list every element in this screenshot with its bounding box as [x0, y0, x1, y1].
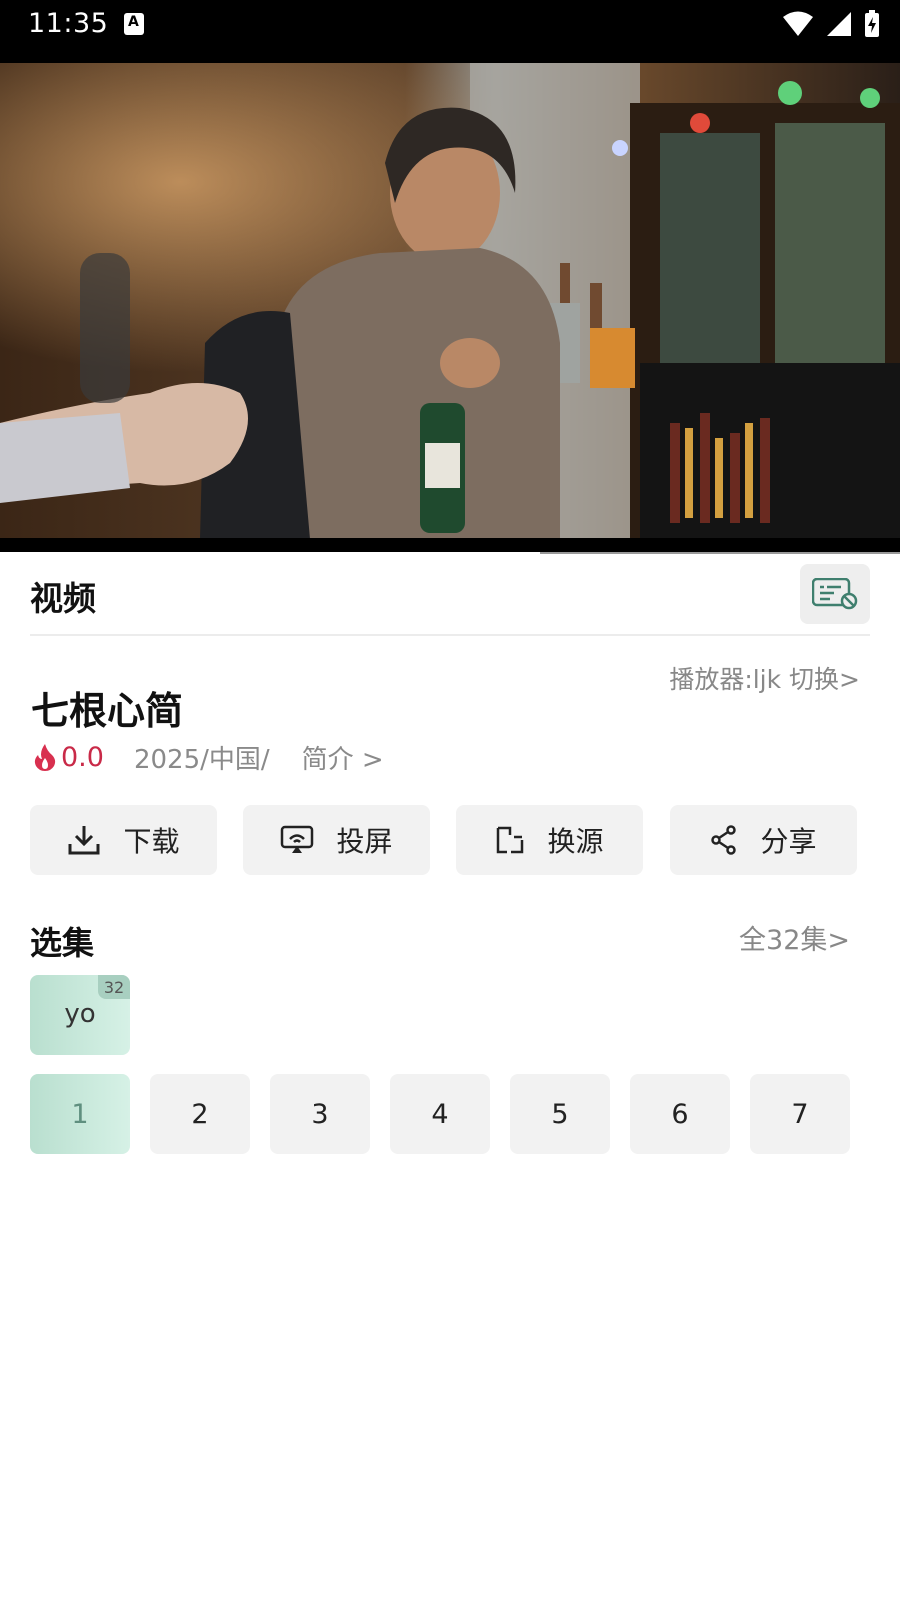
episode-button[interactable]: 4	[390, 1074, 490, 1154]
meta-row: 0.0 2025/中国/ 简介 >	[33, 737, 384, 777]
cast-label: 投屏	[336, 825, 393, 858]
switch-source-label: 换源	[547, 825, 604, 858]
notification-icon: A	[124, 13, 144, 35]
section-header: 视频	[30, 560, 870, 636]
share-button[interactable]: 分享	[670, 805, 857, 875]
switch-source-button[interactable]: 换源	[456, 805, 643, 875]
video-frame	[0, 63, 900, 539]
video-progress-track[interactable]	[0, 538, 900, 552]
episode-button[interactable]: 1	[30, 1074, 130, 1154]
episode-button[interactable]: 5	[510, 1074, 610, 1154]
episodes-title: 选集	[30, 924, 95, 962]
source-count-badge: 32	[98, 975, 130, 999]
video-progress-bar[interactable]	[540, 552, 900, 554]
battery-charging-icon	[865, 10, 879, 37]
section-title: 视频	[30, 579, 96, 618]
source-chip[interactable]: yo 32	[30, 975, 130, 1055]
intro-link[interactable]: 简介 >	[302, 739, 384, 776]
download-icon	[68, 826, 100, 855]
status-icons	[782, 10, 880, 38]
episode-button[interactable]: 7	[750, 1074, 850, 1154]
video-player[interactable]	[0, 63, 900, 539]
cast-button[interactable]: 投屏	[243, 805, 430, 875]
danmaku-toggle-button[interactable]	[800, 564, 870, 624]
share-label: 分享	[760, 825, 817, 858]
download-label: 下载	[123, 825, 180, 858]
episode-button[interactable]: 3	[270, 1074, 370, 1154]
status-time: 11:35	[28, 8, 109, 39]
show-title: 七根心简	[31, 689, 184, 733]
all-episodes-link[interactable]: 全32集>	[739, 918, 850, 957]
action-bar: 下载 投屏 换源 分享	[30, 805, 870, 875]
cast-icon	[281, 825, 314, 853]
download-button[interactable]: 下载	[30, 805, 217, 875]
fire-icon	[34, 744, 56, 771]
wifi-icon	[783, 11, 813, 36]
episode-button[interactable]: 6	[630, 1074, 730, 1154]
signal-icon	[827, 12, 851, 36]
score: 0.0	[61, 741, 104, 773]
player-switch-link[interactable]: 播放器:ljk 切换>	[669, 660, 860, 696]
danmaku-off-icon	[812, 578, 858, 610]
switch-source-icon	[497, 826, 524, 854]
status-bar: 11:35 A	[0, 0, 900, 63]
source-label: yo	[64, 999, 96, 1029]
share-icon	[711, 825, 737, 855]
meta-info: 2025/中国/	[133, 744, 270, 775]
episode-button[interactable]: 2	[150, 1074, 250, 1154]
